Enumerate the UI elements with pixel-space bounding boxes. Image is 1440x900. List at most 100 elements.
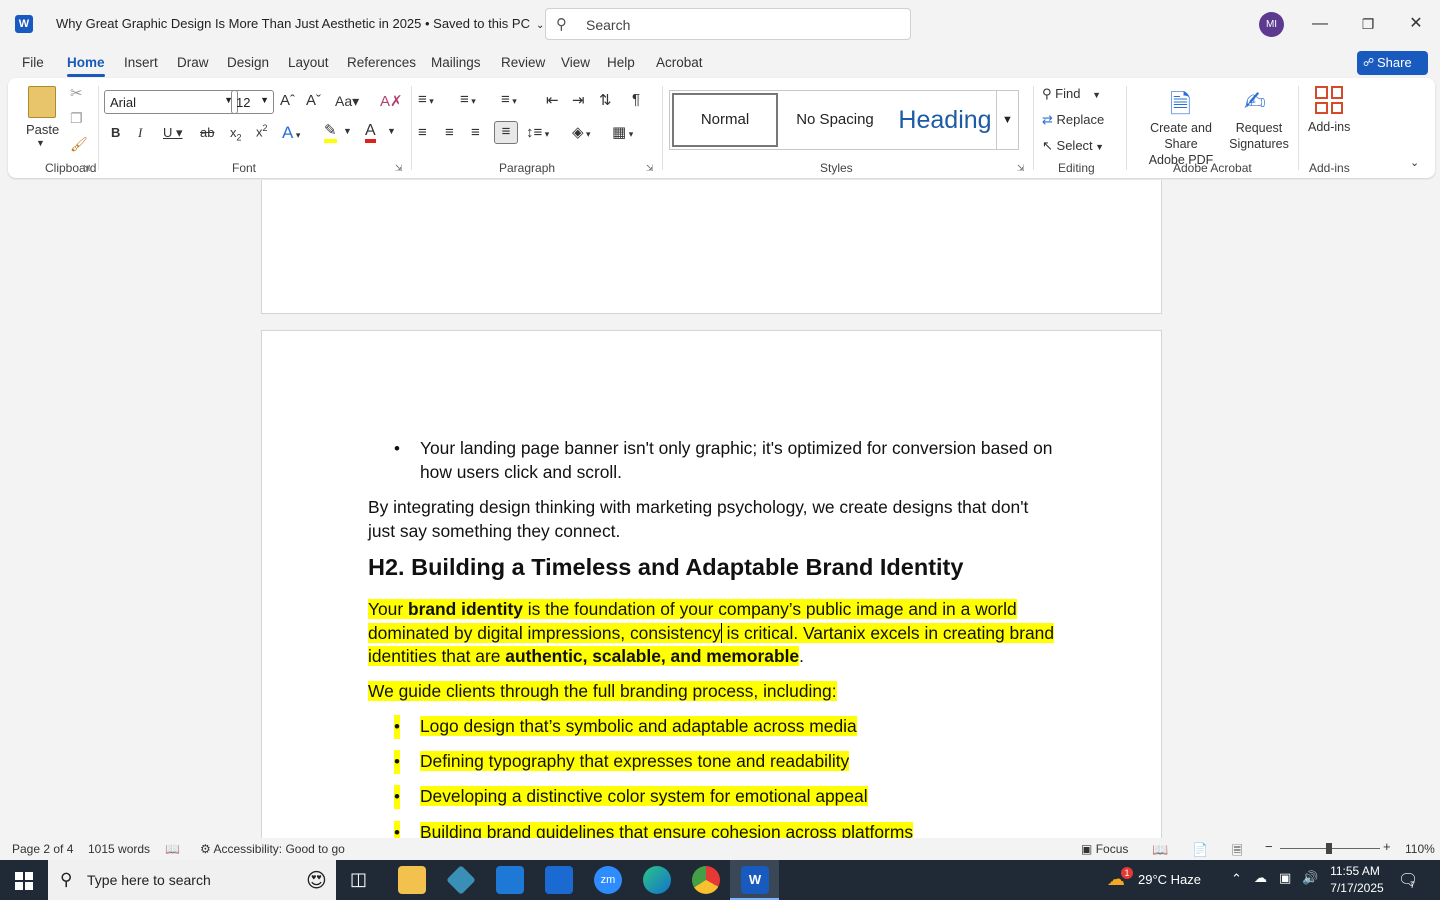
format-painter-icon[interactable]: 🖌 (70, 136, 88, 153)
restore-icon[interactable]: ❐ (1356, 12, 1380, 36)
paste-icon[interactable] (28, 86, 56, 118)
tab-view[interactable]: View (561, 55, 590, 70)
paragraph[interactable]: By integrating design thinking with mark… (368, 496, 1057, 543)
tab-references[interactable]: References (347, 55, 416, 70)
font-size-select[interactable]: 12 ▼ (231, 90, 274, 114)
page-2[interactable]: • Your landing page banner isn't only gr… (261, 330, 1162, 838)
zoom-out-icon[interactable]: − (1265, 839, 1273, 854)
shrink-font-icon[interactable]: Aˇ (306, 92, 321, 109)
decrease-indent-icon[interactable]: ⇤ (546, 91, 559, 109)
find-button[interactable]: ⚲ Find ▼ (1042, 86, 1101, 102)
dialog-launcher-icon[interactable]: ⇲ (83, 163, 91, 174)
notifications-icon[interactable]: 🗨 (1398, 870, 1418, 890)
accessibility-status[interactable]: ⚙ Accessibility: Good to go (200, 842, 345, 856)
paragraph-highlighted[interactable]: Your brand identity is the foundation of… (368, 598, 1057, 669)
app-icon-diamond[interactable] (446, 865, 476, 895)
network-icon[interactable]: ▣ (1279, 870, 1291, 886)
word-taskbar-active[interactable]: W (730, 860, 779, 900)
style-normal[interactable]: Normal (672, 93, 778, 147)
list-item[interactable]: • Your landing page banner isn't only gr… (368, 437, 1057, 484)
align-left-icon[interactable]: ≡ (418, 124, 427, 141)
shading-icon[interactable]: ◈ ▾ (572, 123, 591, 141)
borders-icon[interactable]: ▦ ▾ (612, 123, 633, 141)
replace-button[interactable]: ⇄ Replace (1042, 112, 1104, 128)
tab-help[interactable]: Help (607, 55, 635, 70)
page-1[interactable] (261, 180, 1162, 314)
volume-icon[interactable]: 🔊 (1302, 870, 1318, 886)
page-count[interactable]: Page 2 of 4 (12, 842, 73, 856)
tab-review[interactable]: Review (501, 55, 545, 70)
tab-file[interactable]: File (22, 55, 44, 70)
underline-icon[interactable]: U ▾ (163, 125, 183, 141)
select-button[interactable]: ↖ Select ▼ (1042, 138, 1104, 154)
list-item[interactable]: • Building brand guidelines that ensure … (368, 821, 1057, 838)
dialog-launcher-icon[interactable]: ⇲ (646, 163, 654, 174)
weather-text[interactable]: 29°C Haze (1138, 872, 1201, 887)
add-ins-button[interactable]: Add-ins (1308, 120, 1350, 134)
microsoft-store-icon[interactable] (496, 866, 524, 894)
style-no-spacing[interactable]: No Spacing (782, 91, 888, 149)
file-explorer-icon[interactable] (398, 866, 426, 894)
document-canvas[interactable]: • Your landing page banner isn't only gr… (0, 180, 1440, 838)
line-spacing-icon[interactable]: ↕≡ ▾ (526, 124, 549, 141)
strikethrough-icon[interactable]: ab (200, 125, 214, 140)
tab-home[interactable]: Home (67, 55, 105, 77)
chevron-up-icon[interactable]: ⌃ (1231, 871, 1242, 887)
align-right-icon[interactable]: ≡ (471, 124, 480, 141)
bullets-icon[interactable]: ≡ ▾ (418, 91, 434, 108)
highlight-color-icon[interactable]: ✎ (324, 123, 337, 143)
chrome-icon[interactable] (692, 866, 720, 894)
request-signatures-button[interactable]: Request Signatures (1228, 120, 1290, 152)
zoom-app-icon[interactable]: zm (594, 866, 622, 894)
focus-button[interactable]: ▣ Focus (1081, 842, 1128, 856)
font-color-icon[interactable]: A (365, 122, 376, 143)
taskbar-search[interactable]: ⚲ Type here to search 😍 (48, 860, 336, 900)
onedrive-icon[interactable]: ☁ (1254, 870, 1267, 886)
dialog-launcher-icon[interactable]: ⇲ (1017, 163, 1025, 174)
zoom-in-icon[interactable]: + (1383, 839, 1391, 854)
copy-icon[interactable]: ❐ (70, 110, 83, 127)
clear-formatting-icon[interactable]: A✗ (380, 92, 403, 110)
change-case-icon[interactable]: Aa▾ (335, 93, 359, 110)
proofing-icon[interactable]: 📖 (165, 842, 180, 856)
numbering-icon[interactable]: ≡ ▾ (460, 91, 476, 108)
request-signatures-icon[interactable]: ✍ (1244, 86, 1266, 117)
word-count[interactable]: 1015 words (88, 842, 150, 856)
chevron-down-icon[interactable]: ▼ (343, 126, 352, 136)
minimize-icon[interactable]: — (1308, 12, 1332, 36)
styles-more-icon[interactable]: ▼ (996, 91, 1018, 149)
grow-font-icon[interactable]: Aˆ (280, 92, 295, 109)
mail-icon[interactable] (545, 866, 573, 894)
list-item[interactable]: • Developing a distinctive color system … (368, 785, 1057, 809)
tab-layout[interactable]: Layout (288, 55, 329, 70)
tab-acrobat[interactable]: Acrobat (656, 55, 703, 70)
superscript-icon[interactable]: x2 (256, 123, 268, 139)
font-name-select[interactable]: Arial ▼ (104, 90, 238, 114)
avatar[interactable]: MI (1259, 12, 1284, 37)
style-heading[interactable]: Heading (890, 91, 1000, 149)
increase-indent-icon[interactable]: ⇥ (572, 91, 585, 109)
multilevel-list-icon[interactable]: ≡ ▾ (501, 91, 517, 108)
clock-date[interactable]: 7/17/2025 (1330, 881, 1384, 895)
sort-icon[interactable]: ⇅ (599, 91, 612, 109)
show-formatting-icon[interactable]: ¶ (632, 91, 640, 108)
task-view-icon[interactable]: ◫ (350, 869, 367, 890)
justify-icon[interactable]: ≡ (494, 121, 518, 144)
tab-design[interactable]: Design (227, 55, 269, 70)
edge-icon[interactable] (643, 866, 671, 894)
chevron-down-icon[interactable]: ▼ (387, 126, 396, 136)
add-ins-icon[interactable] (1315, 86, 1343, 114)
tab-mailings[interactable]: Mailings (431, 55, 481, 70)
clock-time[interactable]: 11:55 AM (1330, 864, 1380, 878)
italic-icon[interactable]: I (138, 125, 142, 141)
windows-start-icon[interactable] (15, 872, 33, 890)
share-button[interactable]: ☍ Share ▼ (1357, 51, 1428, 93)
zoom-level[interactable]: 110% (1405, 842, 1435, 856)
search-box[interactable]: ⚲ Search (545, 8, 911, 40)
list-item[interactable]: • Defining typography that expresses ton… (368, 750, 1057, 774)
text-effects-icon[interactable]: A ▾ (282, 123, 300, 143)
document-title[interactable]: Why Great Graphic Design Is More Than Ju… (56, 16, 544, 31)
cut-icon[interactable]: ✂ (70, 84, 83, 102)
tab-draw[interactable]: Draw (177, 55, 209, 70)
close-icon[interactable]: ✕ (1404, 12, 1428, 36)
